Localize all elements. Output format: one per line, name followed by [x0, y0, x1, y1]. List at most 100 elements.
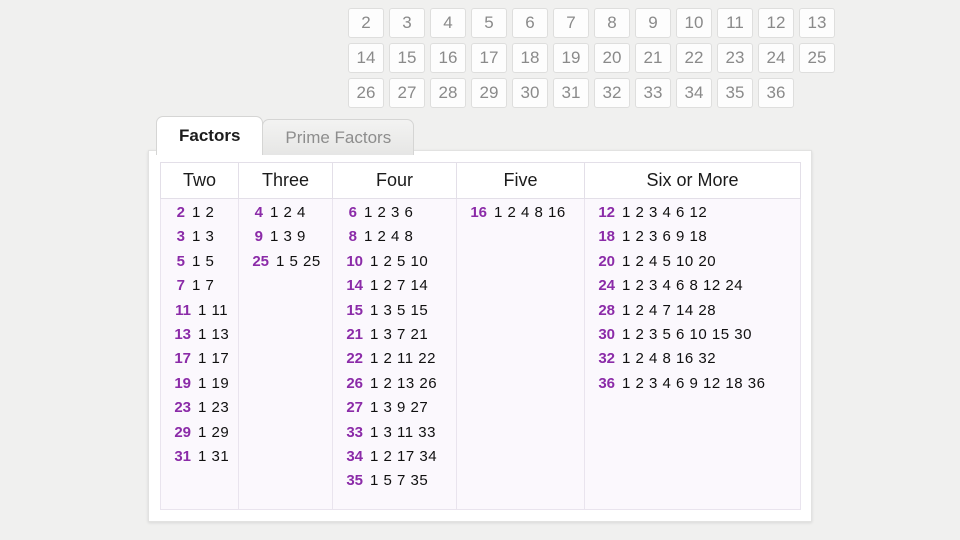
number-button-26[interactable]: 26: [348, 78, 384, 108]
number-button-19[interactable]: 19: [553, 43, 589, 73]
number-button-29[interactable]: 29: [471, 78, 507, 108]
factor-list: 1 3 9 27: [370, 399, 429, 417]
factor-row: 12 1 2 3 4 6 12: [585, 204, 800, 228]
factor-list: 1 2 11 22: [370, 350, 436, 368]
factor-list: 1 17: [198, 350, 230, 368]
factor-number: 23: [174, 399, 191, 417]
number-button-17[interactable]: 17: [471, 43, 507, 73]
number-button-30[interactable]: 30: [512, 78, 548, 108]
tab-factors[interactable]: Factors: [156, 116, 264, 155]
factor-row: 9 1 3 9: [239, 228, 332, 252]
factor-list: 1 2 4 7 14 28: [622, 301, 717, 319]
number-button-28[interactable]: 28: [430, 78, 466, 108]
factor-number: 10: [346, 252, 363, 270]
factors-table: Two Three Four Five Six or More 21 231 351 5…: [160, 162, 801, 510]
factor-number: 2: [176, 204, 185, 221]
factor-number: 26: [346, 374, 363, 392]
number-button-15[interactable]: 15: [389, 43, 425, 73]
number-button-34[interactable]: 34: [676, 78, 712, 108]
factor-list: 1 2 3 6: [364, 204, 414, 221]
column-header-three: Three: [238, 162, 333, 199]
factor-row: 30 1 2 3 5 6 10 15 30: [585, 326, 800, 350]
factor-row: 24 1 2 3 4 6 8 12 24: [585, 277, 800, 301]
factor-number: 7: [176, 277, 185, 295]
column-header-six-or-more: Six or More: [584, 162, 801, 199]
column-header-four: Four: [332, 162, 457, 199]
number-button-36[interactable]: 36: [758, 78, 794, 108]
factor-list: 1 2 4 8 16: [494, 204, 566, 221]
factor-number: 36: [598, 374, 615, 392]
number-button-11[interactable]: 11: [717, 8, 753, 38]
number-button-25[interactable]: 25: [799, 43, 835, 73]
number-button-35[interactable]: 35: [717, 78, 753, 108]
factor-row: 15 1 3 5 15: [333, 302, 456, 326]
factor-list: 1 2 7 14: [370, 277, 429, 295]
number-button-32[interactable]: 32: [594, 78, 630, 108]
number-button-24[interactable]: 24: [758, 43, 794, 73]
factor-list: 1 2 4 8: [364, 228, 414, 246]
number-button-22[interactable]: 22: [676, 43, 712, 73]
factor-number: 19: [174, 374, 191, 392]
column-cell-five: 16 1 2 4 8 16: [456, 198, 585, 510]
number-button-8[interactable]: 8: [594, 8, 630, 38]
number-button-31[interactable]: 31: [553, 78, 589, 108]
number-button-5[interactable]: 5: [471, 8, 507, 38]
factor-number: 20: [598, 252, 615, 270]
factor-list: 1 5: [192, 252, 215, 270]
factor-number: 34: [346, 447, 363, 465]
factor-number: 33: [346, 423, 363, 441]
factors-table-head: Two Three Four Five Six or More: [160, 162, 801, 199]
factor-number: 8: [348, 228, 357, 246]
number-button-16[interactable]: 16: [430, 43, 466, 73]
factor-row: 34 1 2 17 34: [333, 448, 456, 472]
number-pad-row: 14 15 16 17 18 19 20 21 22 23 24 25: [348, 43, 835, 73]
number-button-18[interactable]: 18: [512, 43, 548, 73]
factor-list: 1 5 25: [276, 252, 321, 270]
number-button-2[interactable]: 2: [348, 8, 384, 38]
number-button-9[interactable]: 9: [635, 8, 671, 38]
factors-table-body-row: 21 231 351 571 7 11 1 11 13 1 13 17 1 17 19 1 19…: [160, 198, 801, 510]
factor-number: 31: [174, 447, 191, 465]
number-button-21[interactable]: 21: [635, 43, 671, 73]
factor-row: 22 1 2 11 22: [333, 350, 456, 374]
factor-number: 12: [598, 204, 615, 221]
number-button-14[interactable]: 14: [348, 43, 384, 73]
factor-list: 1 2 5 10: [370, 252, 429, 270]
number-pad: 2 3 4 5 6 7 8 9 10 11 12 13 14 15 16 17 18 19 20 21 22 23 24 25…: [348, 8, 835, 113]
factor-number: 3: [176, 228, 185, 246]
factor-row: 28 1 2 4 7 14 28: [585, 302, 800, 326]
number-button-20[interactable]: 20: [594, 43, 630, 73]
factor-number: 6: [348, 204, 357, 221]
factor-row: 33 1 3 11 33: [333, 424, 456, 448]
factor-row: 18 1 2 3 6 9 18: [585, 228, 800, 252]
factor-number: 17: [174, 350, 191, 368]
number-button-7[interactable]: 7: [553, 8, 589, 38]
factor-row: 14 1 2 7 14: [333, 277, 456, 301]
factor-list: 1 3 7 21: [370, 325, 429, 343]
number-button-12[interactable]: 12: [758, 8, 794, 38]
number-button-23[interactable]: 23: [717, 43, 753, 73]
factor-list: 1 5 7 35: [370, 472, 429, 490]
factor-list: 1 2 3 6 9 18: [622, 228, 708, 246]
factor-number: 18: [598, 228, 615, 246]
factors-panel: Two Three Four Five Six or More 21 231 351 5…: [148, 150, 812, 522]
number-button-13[interactable]: 13: [799, 8, 835, 38]
number-button-33[interactable]: 33: [635, 78, 671, 108]
tab-prime-factors[interactable]: Prime Factors: [262, 119, 415, 155]
number-button-4[interactable]: 4: [430, 8, 466, 38]
number-button-10[interactable]: 10: [676, 8, 712, 38]
factor-row: 35 1 5 7 35: [333, 472, 456, 496]
factors-table-body: 21 231 351 571 7 11 1 11 13 1 13 17 1 17 19 1 19…: [160, 198, 801, 510]
factor-list: 1 3 11 33: [370, 423, 436, 441]
factor-list: 1 2 3 4 6 9 12 18 36: [622, 374, 766, 392]
factor-row: 13 1 13: [161, 326, 238, 350]
factor-row: 21 1 3 7 21: [333, 326, 456, 350]
factor-row: 11 1 11: [161, 302, 238, 326]
factor-list: 1 2 4 8 16 32: [622, 350, 717, 368]
number-button-27[interactable]: 27: [389, 78, 425, 108]
number-button-3[interactable]: 3: [389, 8, 425, 38]
factor-row: 36 1 2 3 4 6 9 12 18 36: [585, 375, 800, 399]
factor-list: 1 2 3 5 6 10 15 30: [622, 325, 752, 343]
factor-list: 1 3 9: [270, 228, 306, 246]
number-button-6[interactable]: 6: [512, 8, 548, 38]
